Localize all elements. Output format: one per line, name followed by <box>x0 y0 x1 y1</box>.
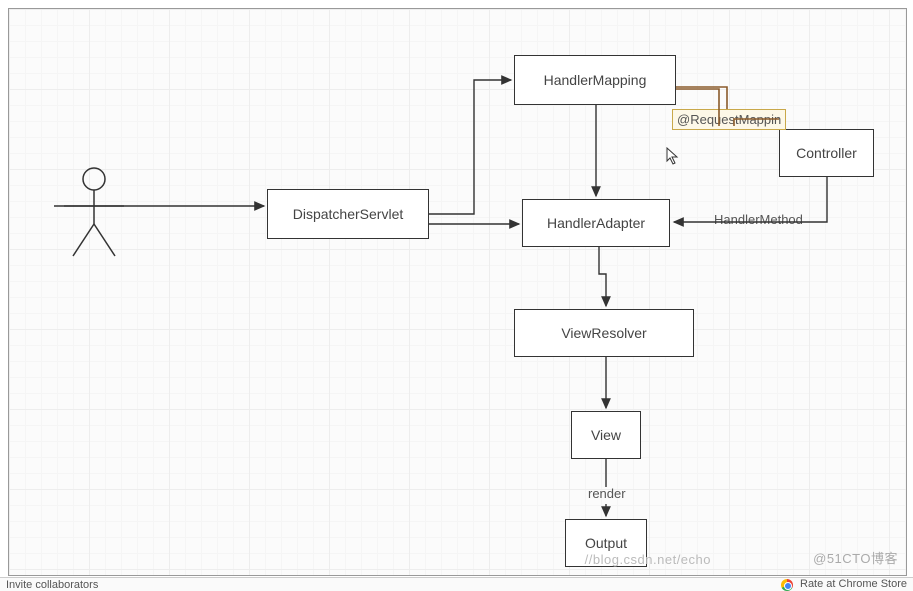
diagram-canvas[interactable]: DispatcherServlet HandlerMapping Control… <box>8 8 907 576</box>
footer-right-text: Rate at Chrome Store <box>800 578 907 590</box>
node-label: Output <box>585 535 627 551</box>
node-view[interactable]: View <box>571 411 641 459</box>
edge-label-render: render <box>588 486 626 501</box>
node-controller[interactable]: Controller <box>779 129 874 177</box>
node-label: View <box>591 427 621 443</box>
actor-icon <box>59 164 129 269</box>
node-label: HandlerAdapter <box>547 215 645 231</box>
annotation-label: @RequestMappin <box>677 112 781 127</box>
footer-left-text: Invite collaborators <box>6 579 98 591</box>
chrome-icon <box>781 579 793 591</box>
node-handler-adapter[interactable]: HandlerAdapter <box>522 199 670 247</box>
node-dispatcher-servlet[interactable]: DispatcherServlet <box>267 189 429 239</box>
watermark-right: @51CTO博客 <box>813 548 898 567</box>
annotation-request-mapping[interactable]: @RequestMappin <box>672 109 786 130</box>
footer-bar: Invite collaborators Rate at Chrome Stor… <box>0 577 913 591</box>
node-label: Controller <box>796 145 857 161</box>
connectors-layer <box>9 9 906 575</box>
node-label: DispatcherServlet <box>293 206 404 222</box>
node-label: HandlerMapping <box>544 72 647 88</box>
node-handler-mapping[interactable]: HandlerMapping <box>514 55 676 105</box>
node-view-resolver[interactable]: ViewResolver <box>514 309 694 357</box>
mouse-cursor-icon <box>666 147 680 168</box>
watermark-left: //blog.csdn.net/echo <box>585 552 711 567</box>
node-label: ViewResolver <box>561 325 646 341</box>
footer-right[interactable]: Rate at Chrome Store <box>781 578 907 590</box>
edge-label-handler-method: HandlerMethod <box>714 212 803 227</box>
